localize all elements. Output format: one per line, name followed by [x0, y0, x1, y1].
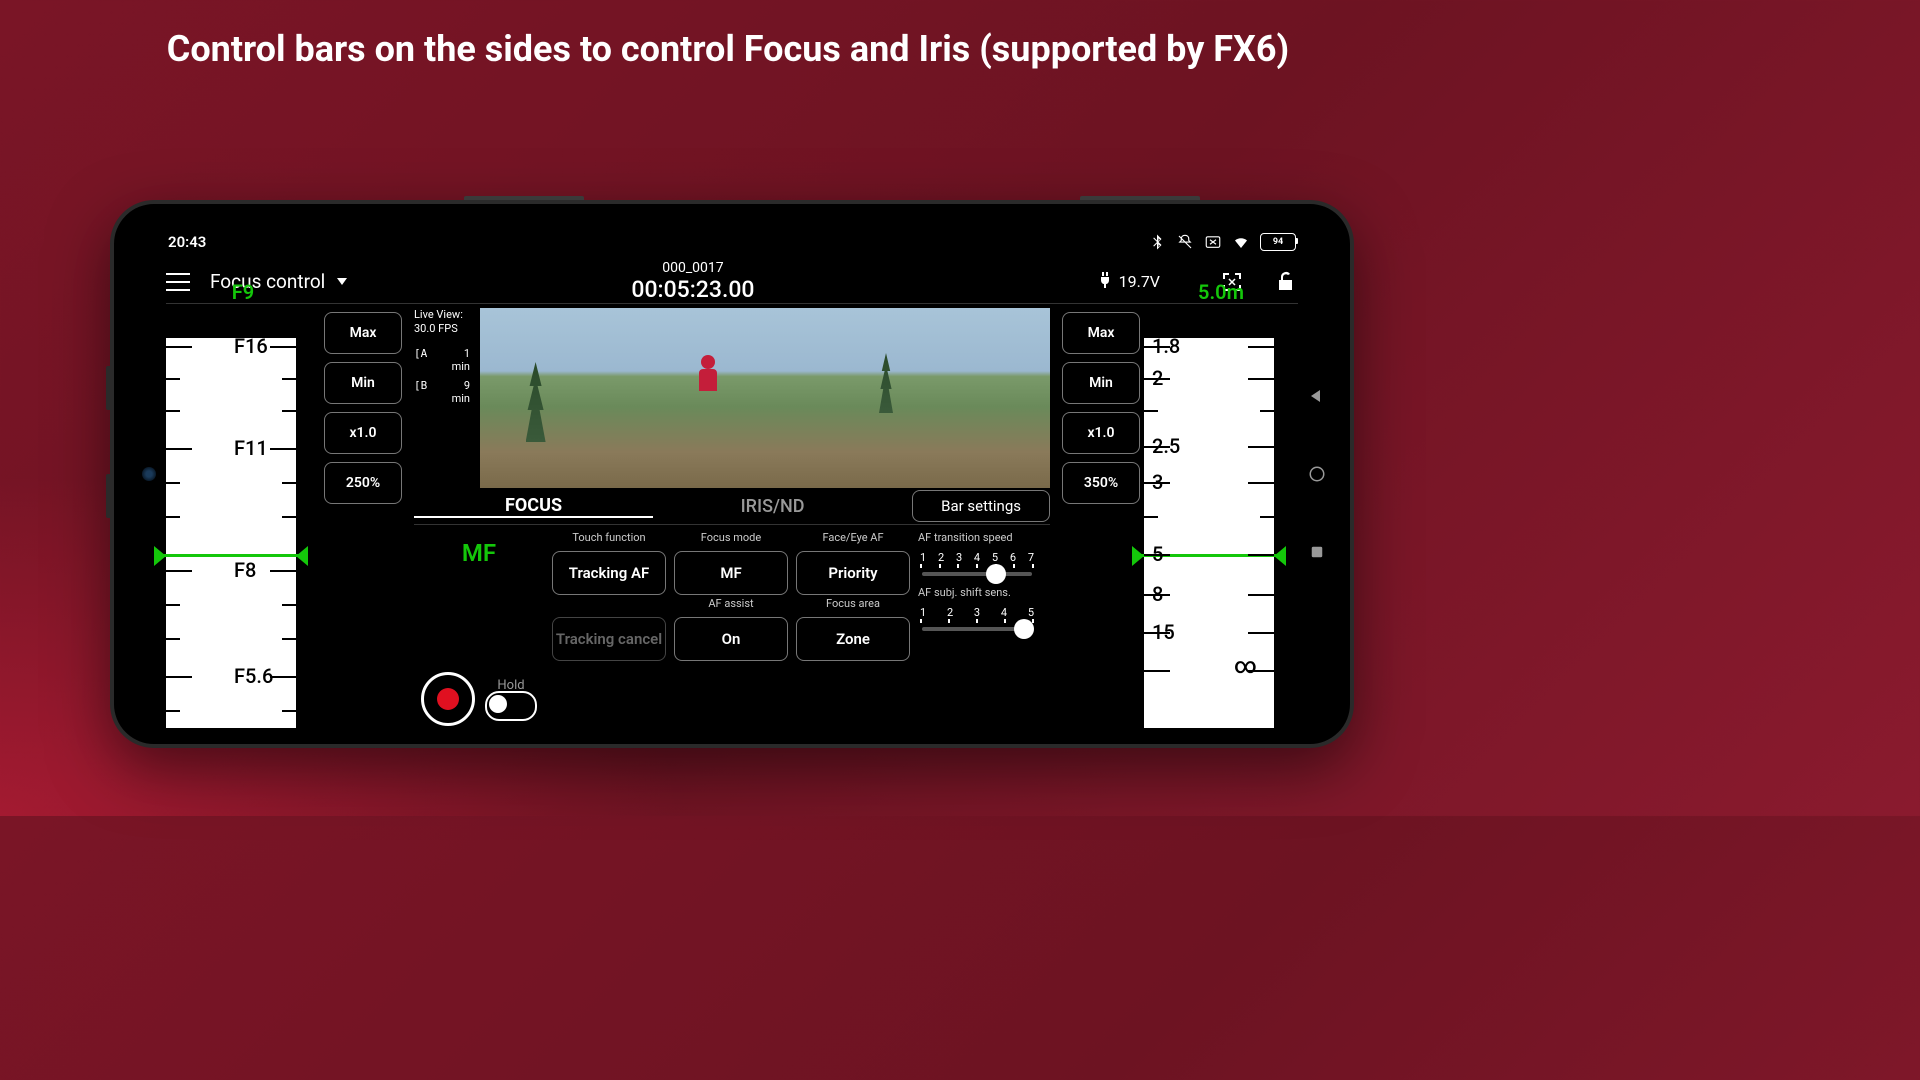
shift-sens-label: AF subj. shift sens.	[918, 586, 1036, 604]
bar-settings-button[interactable]: Bar settings	[912, 490, 1050, 522]
tracking-cancel-button[interactable]: Tracking cancel	[552, 617, 666, 661]
iris-pct-button[interactable]: 250%	[324, 462, 402, 504]
nav-home-icon[interactable]	[1308, 465, 1326, 483]
live-preview[interactable]	[480, 308, 1050, 488]
focus-value: 5.0m	[1144, 280, 1298, 304]
transition-speed-label: AF transition speed	[918, 531, 1036, 549]
status-bar: 20:43 94	[130, 230, 1334, 254]
focus-x1-button[interactable]: x1.0	[1062, 412, 1140, 454]
nav-back-icon[interactable]	[1308, 387, 1326, 405]
focus-min-button[interactable]: Min	[1062, 362, 1140, 404]
shift-sens-slider[interactable]	[922, 627, 1032, 631]
iris-scale[interactable]: F16 F11 F8 F5.6	[166, 338, 296, 728]
transition-scale: 1234567	[918, 551, 1036, 564]
nav-recent-icon[interactable]	[1308, 543, 1326, 561]
af-assist-hdr: AF assist	[674, 597, 788, 615]
camera-hole	[142, 467, 156, 481]
sens-scale: 12345	[918, 606, 1036, 619]
hold-toggle[interactable]	[485, 691, 537, 721]
tab-focus[interactable]: FOCUS	[414, 495, 653, 518]
liveview-info: Live View:30.0 FPS [A1min [B9min	[414, 308, 470, 488]
transition-speed-slider[interactable]	[922, 572, 1032, 576]
wifi-icon	[1232, 233, 1250, 251]
record-button[interactable]	[421, 672, 475, 726]
focus-mode-button[interactable]: MF	[674, 551, 788, 595]
iris-x1-button[interactable]: x1.0	[324, 412, 402, 454]
face-eye-hdr: Face/Eye AF	[796, 531, 910, 549]
iris-indicator[interactable]	[156, 554, 306, 557]
tab-iris[interactable]: IRIS/ND	[653, 496, 892, 517]
bluetooth-icon	[1148, 233, 1166, 251]
focus-mode-hdr: Focus mode	[674, 531, 788, 549]
timecode: 00:05:23.00	[367, 276, 1018, 303]
focus-pct-button[interactable]: 350%	[1062, 462, 1140, 504]
page-title: Control bars on the sides to control Foc…	[0, 0, 1456, 71]
focus-scale[interactable]: 1.8 2 2.5 3 5 8 15 ∞	[1144, 338, 1274, 728]
clock: 20:43	[168, 233, 206, 251]
focus-mode-label: MF	[462, 539, 496, 567]
iris-value: F9	[166, 280, 320, 304]
plug-icon	[1099, 272, 1111, 292]
focus-area-hdr: Focus area	[796, 597, 910, 615]
focus-area-button[interactable]: Zone	[796, 617, 910, 661]
phone-frame: 20:43 94 Focus control 000_0017 00:05:23…	[110, 200, 1354, 748]
focus-max-button[interactable]: Max	[1062, 312, 1140, 354]
vibrate-icon	[1176, 233, 1194, 251]
battery-icon: 94	[1260, 233, 1296, 251]
iris-min-button[interactable]: Min	[324, 362, 402, 404]
iris-max-button[interactable]: Max	[324, 312, 402, 354]
af-assist-button[interactable]: On	[674, 617, 788, 661]
touch-function-label: Touch function	[552, 531, 666, 549]
clip-name: 000_0017	[367, 260, 1018, 276]
tracking-af-button[interactable]: Tracking AF	[552, 551, 666, 595]
face-eye-button[interactable]: Priority	[796, 551, 910, 595]
close-box-icon	[1204, 233, 1222, 251]
